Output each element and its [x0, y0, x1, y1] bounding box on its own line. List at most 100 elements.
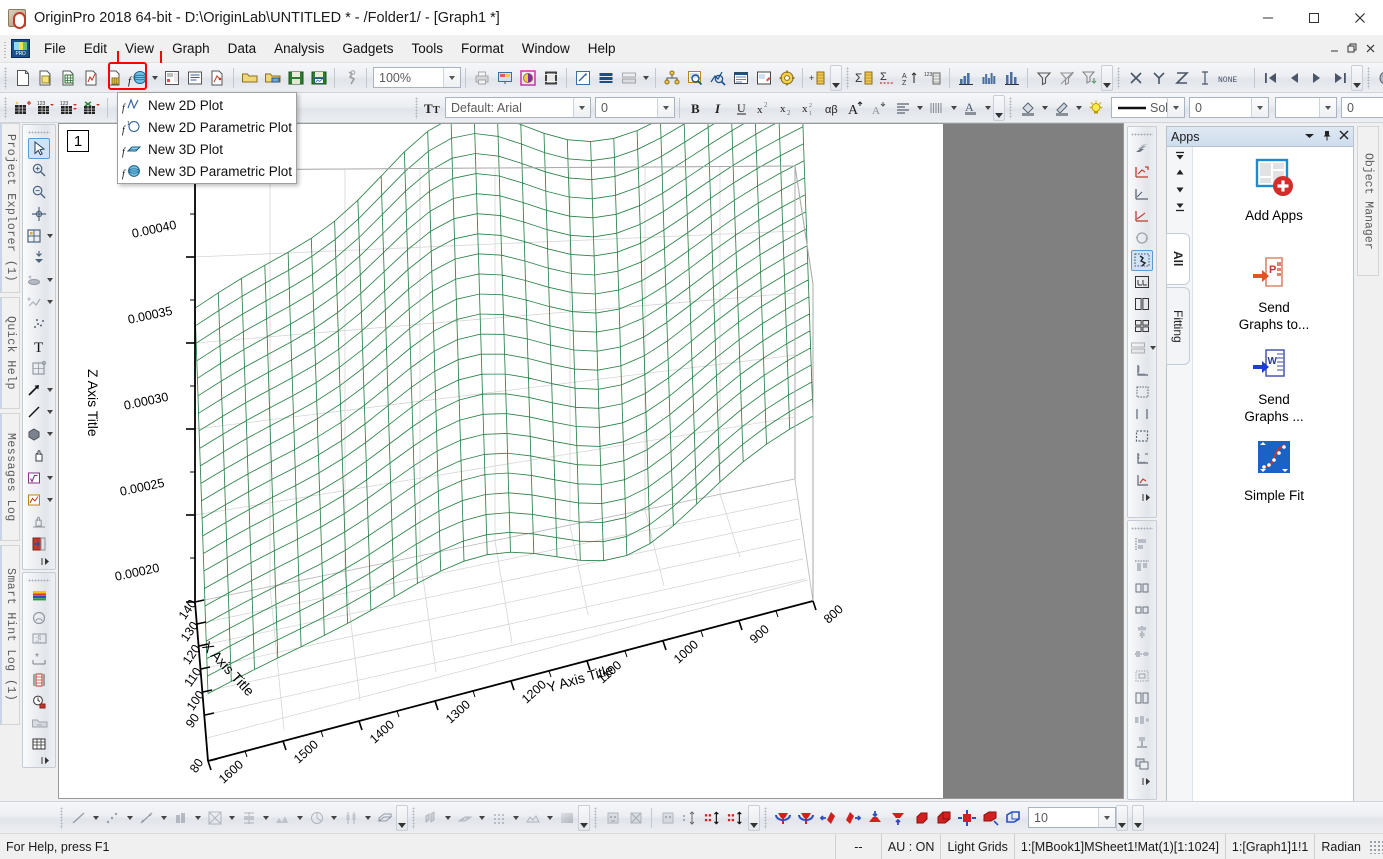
- exit-icon[interactable]: [28, 534, 50, 555]
- stock-chart-dropdown-arrow[interactable]: [362, 806, 373, 829]
- statistics-icon[interactable]: Σ: [876, 66, 899, 89]
- code-builder-icon[interactable]: [752, 66, 775, 89]
- line-symbol-icon[interactable]: [135, 806, 158, 829]
- font-combo[interactable]: Default: Arial: [445, 97, 591, 118]
- rotate-cw-icon[interactable]: [794, 806, 817, 829]
- menubar-grip[interactable]: [2, 38, 9, 59]
- data-point-icon[interactable]: [702, 806, 725, 829]
- column-toolbar-expander[interactable]: [1101, 64, 1113, 91]
- shape-tool-dropdown-arrow[interactable]: [45, 423, 56, 446]
- pan-icon[interactable]: [28, 512, 50, 533]
- font-label-icon[interactable]: TT: [422, 96, 445, 119]
- menu-file[interactable]: File: [35, 37, 75, 60]
- plot-hist-icon[interactable]: [1000, 66, 1023, 89]
- scatter-plot-dropdown-arrow[interactable]: [124, 806, 135, 829]
- minimize-button[interactable]: [1245, 0, 1291, 35]
- filter-icon[interactable]: [1032, 66, 1055, 89]
- plot-type-expander[interactable]: [396, 804, 408, 831]
- decrease-font-icon[interactable]: A: [868, 96, 891, 119]
- line-style-combo[interactable]: Sol: [1111, 97, 1185, 118]
- resize-grip[interactable]: [1369, 839, 1383, 854]
- rotate-grip[interactable]: [762, 806, 769, 829]
- 3d-scatter-dropdown-arrow[interactable]: [510, 806, 521, 829]
- pointer-icon[interactable]: [28, 137, 50, 159]
- font-color-icon[interactable]: A: [959, 96, 982, 119]
- layer-palette-overflow-button[interactable]: [1128, 491, 1156, 504]
- multi-curve-icon[interactable]: [203, 806, 226, 829]
- fill-color-dropdown-arrow[interactable]: [1039, 96, 1050, 119]
- new-layer-icon[interactable]: +: [807, 66, 830, 89]
- close-button[interactable]: [1337, 0, 1383, 35]
- font-size-combo[interactable]: 0: [595, 97, 675, 118]
- new-function-plot-icon[interactable]: f: [126, 66, 149, 89]
- graph-style-grip[interactable]: [1007, 96, 1014, 119]
- new-function-plot-dropdown-arrow[interactable]: [149, 66, 160, 89]
- perspective-dec-icon[interactable]: [932, 806, 955, 829]
- import-wizard-icon[interactable]: [571, 66, 594, 89]
- line-style-dropdown-arrow[interactable]: [1167, 98, 1184, 117]
- app-item-add-apps[interactable]: Add Apps: [1201, 157, 1347, 224]
- menu-tools[interactable]: Tools: [402, 37, 452, 60]
- right-scrollbar[interactable]: [1357, 280, 1373, 826]
- bottom-toolbar-expander[interactable]: [1132, 804, 1144, 831]
- star-icon[interactable]: *: [28, 649, 50, 670]
- status-cell-angle-unit[interactable]: Radian: [1314, 833, 1367, 859]
- line-plot-icon[interactable]: [67, 806, 90, 829]
- line-plot-dropdown-arrow[interactable]: [90, 806, 101, 829]
- add-plot-red-icon[interactable]: [1131, 162, 1153, 183]
- mask-toggle-icon[interactable]: [656, 806, 679, 829]
- duplicate-icon[interactable]: [539, 66, 562, 89]
- set-values-icon[interactable]: 123: [34, 96, 57, 119]
- align-palette-grip[interactable]: [1131, 525, 1153, 531]
- dock-tab-project-explorer[interactable]: Project Explorer (1): [0, 123, 20, 293]
- menu-view[interactable]: View: [116, 37, 163, 67]
- menu-analysis[interactable]: Analysis: [265, 37, 333, 60]
- new-notes-icon[interactable]: [183, 66, 206, 89]
- scroll-up-icon[interactable]: [1174, 168, 1186, 181]
- align-left-icon[interactable]: [1131, 534, 1153, 555]
- run-script-icon[interactable]: [339, 66, 362, 89]
- perspective-inc-icon[interactable]: [909, 806, 932, 829]
- color-scale-icon[interactable]: [28, 585, 50, 606]
- zoom-in-icon[interactable]: [28, 160, 50, 181]
- scroll-bottom-icon[interactable]: [1174, 202, 1186, 215]
- app-item-simple-fit[interactable]: Simple Fit: [1201, 439, 1347, 504]
- layer-contents-icon[interactable]: [1131, 140, 1153, 161]
- increase-font-icon[interactable]: A: [845, 96, 868, 119]
- mdi-close-button[interactable]: [1362, 41, 1378, 57]
- graph-insert-dropdown-arrow[interactable]: [45, 489, 56, 512]
- 3d-bars-icon[interactable]: [419, 806, 442, 829]
- command-window-icon[interactable]: [706, 66, 729, 89]
- palette2-grip[interactable]: [28, 577, 50, 583]
- mask-off-icon[interactable]: [624, 806, 647, 829]
- data-selector-dropdown-arrow[interactable]: [45, 269, 56, 292]
- italic-icon[interactable]: I: [707, 96, 730, 119]
- hand-tool-icon[interactable]: [28, 446, 50, 467]
- two-panel-icon[interactable]: [1131, 294, 1153, 315]
- mask-expander[interactable]: [748, 804, 760, 831]
- apps-tab-fitting[interactable]: Fitting: [1166, 287, 1190, 365]
- set-column-values-icon[interactable]: 123: [57, 96, 80, 119]
- script-window-icon[interactable]: [729, 66, 752, 89]
- x-function-icon[interactable]: [1124, 66, 1147, 89]
- close-icon[interactable]: [1339, 130, 1349, 143]
- line-tool-dropdown-arrow[interactable]: [45, 401, 56, 424]
- image-plot-icon[interactable]: [521, 806, 544, 829]
- region-zoom-icon[interactable]: [28, 358, 50, 379]
- region-selector-icon[interactable]: [23, 292, 45, 313]
- line-width-dropdown-arrow[interactable]: [1251, 98, 1268, 117]
- line-width-combo[interactable]: 0: [1189, 97, 1269, 118]
- axis-bottom-icon[interactable]: [1131, 404, 1153, 425]
- 3d-plot-grip[interactable]: [410, 806, 417, 829]
- four-panel-icon[interactable]: [1131, 316, 1153, 337]
- menu-item-new-3d-parametric-plot[interactable]: f New 3D Parametric Plot: [118, 160, 296, 182]
- floating-bar-icon[interactable]: [237, 806, 260, 829]
- print-preview-icon[interactable]: [493, 66, 516, 89]
- image-plot-dropdown-arrow[interactable]: [544, 806, 555, 829]
- axis-plot-icon[interactable]: [1131, 470, 1153, 491]
- column-bar-dropdown-arrow[interactable]: [192, 806, 203, 829]
- center-v-icon[interactable]: [1131, 644, 1153, 665]
- subscript-icon[interactable]: x2: [776, 96, 799, 119]
- format-toolbar-grip[interactable]: [2, 96, 9, 119]
- lightbulb-icon[interactable]: [1084, 96, 1107, 119]
